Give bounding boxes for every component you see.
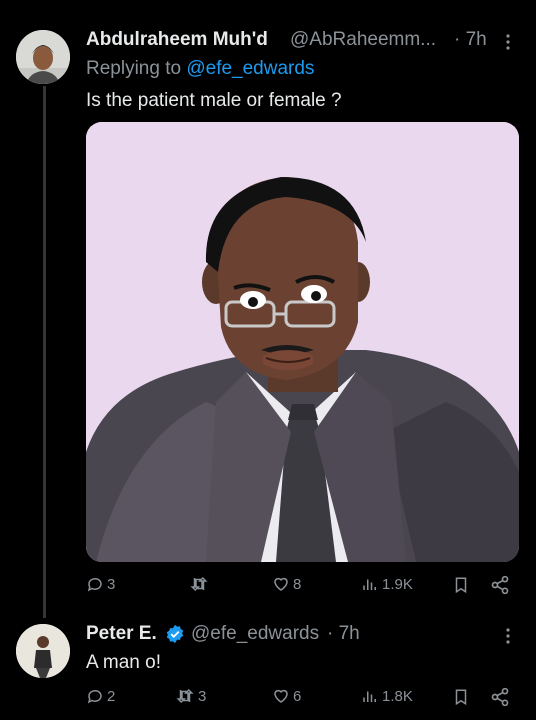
thread-line [43,86,46,618]
timestamp[interactable]: · 7h [327,623,360,645]
avatar[interactable] [16,30,70,84]
timestamp[interactable]: · 7h [454,29,487,51]
retweet-icon [176,688,194,704]
bookmark-button[interactable] [452,575,470,595]
views-icon [363,691,376,702]
like-count: 6 [293,687,302,705]
share-icon [491,575,509,595]
reply-icon [87,577,102,592]
tweet-text: Is the patient male or female ? [86,90,342,111]
share-button[interactable] [490,687,510,707]
user-handle[interactable]: @AbRaheemm... [290,29,436,51]
reply-count: 2 [107,687,116,705]
reply-button[interactable]: 3 [86,575,115,593]
share-button[interactable] [490,575,510,595]
reply-icon [87,689,102,704]
bookmark-icon [455,689,467,706]
views-icon [363,579,376,590]
bookmark-icon [455,577,467,594]
reply-count: 3 [107,575,116,593]
more-options-icon[interactable] [503,628,513,644]
more-options-icon[interactable] [503,34,513,50]
verified-badge-icon [165,624,185,649]
heart-icon [274,689,288,703]
share-icon [491,687,509,707]
view-count: 1.9K [382,575,413,593]
retweet-button[interactable] [189,575,212,593]
tweet-text: A man o! [86,652,161,673]
display-name[interactable]: Abdulraheem Muh'd [86,29,268,51]
like-count: 8 [293,575,302,593]
views-button[interactable]: 1.8K [361,687,413,705]
display-name[interactable]: Peter E. [86,623,157,645]
bookmark-button[interactable] [452,687,470,707]
heart-icon [274,577,288,591]
replying-to-label: Replying to [86,58,182,79]
avatar[interactable] [16,624,70,678]
view-count: 1.8K [382,687,413,705]
views-button[interactable]: 1.9K [361,575,413,593]
tweet-image[interactable] [86,122,519,562]
user-handle[interactable]: @efe_edwards [191,623,319,645]
reply-button[interactable]: 2 [86,687,115,705]
like-button[interactable]: 6 [272,687,301,705]
retweet-icon [190,576,208,592]
replying-to: Replying to @efe_edwards [86,58,314,80]
mention-link[interactable]: @efe_edwards [186,58,314,79]
like-button[interactable]: 8 [272,575,301,593]
retweet-count: 3 [198,687,207,705]
retweet-button[interactable]: 3 [175,687,206,705]
